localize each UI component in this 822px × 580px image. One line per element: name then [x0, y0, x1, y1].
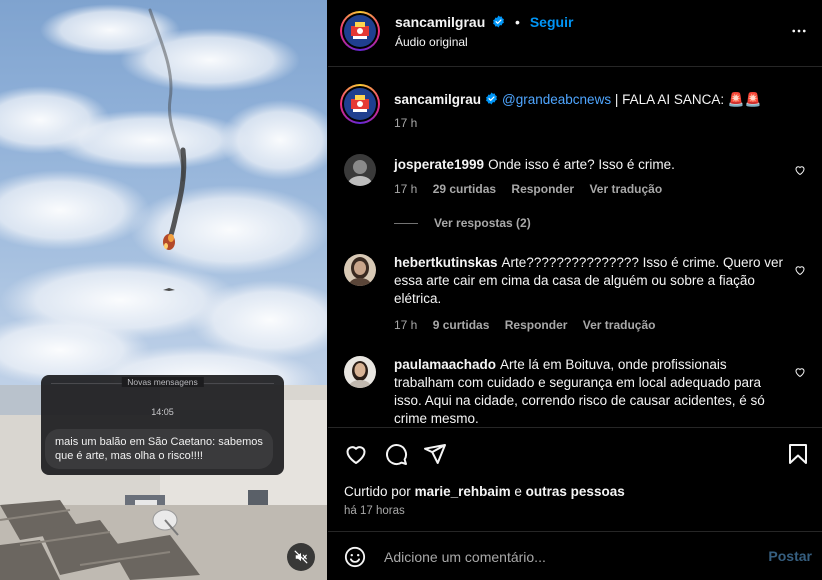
comments-list: sancamilgrau @grandeabcnews | FALA AI SA…: [328, 68, 822, 426]
comment-meta: 17 h 9 curtidas Responder Ver tradução: [394, 318, 667, 332]
like-heart-icon[interactable]: [344, 442, 368, 466]
instagram-post-modal: Novas mensagens 14:05 mais um balão em S…: [0, 0, 822, 580]
post-header: sancamilgrau • Seguir Áudio original: [328, 0, 822, 67]
mute-button[interactable]: [287, 543, 315, 571]
commenter-avatar[interactable]: [344, 356, 376, 388]
view-replies-label: Ver respostas (2): [434, 216, 531, 230]
comment-meta: 17 h 29 curtidas Responder Ver tradução: [394, 182, 674, 196]
comment-bubble-icon[interactable]: [384, 442, 408, 466]
caption-text: sancamilgrau @grandeabcnews | FALA AI SA…: [394, 91, 790, 109]
add-comment-bar: Postar: [328, 531, 822, 580]
caption-time[interactable]: 17 h: [394, 116, 417, 130]
video-frame: [0, 4, 327, 580]
caption-row: sancamilgrau @grandeabcnews | FALA AI SA…: [340, 84, 806, 146]
caption-mention-link[interactable]: @grandeabcnews: [502, 92, 611, 107]
more-options-icon[interactable]: [790, 22, 808, 40]
translate-button[interactable]: Ver tradução: [589, 182, 662, 196]
emoji-smiley-icon[interactable]: [344, 546, 366, 568]
verified-badge-icon: [486, 92, 497, 105]
post-comment-button[interactable]: Postar: [768, 548, 812, 564]
liked-by-text: Curtido por marie_rehbaim e outras pesso…: [344, 484, 625, 499]
speaker-muted-icon: [294, 550, 308, 564]
profile-avatar[interactable]: [340, 11, 380, 51]
reply-button[interactable]: Responder: [505, 318, 568, 332]
comment-row: josperate1999 Onde isso é arte? Isso é cr…: [344, 154, 806, 234]
view-replies-button[interactable]: Ver respostas (2): [394, 216, 531, 230]
translate-button[interactable]: Ver tradução: [583, 318, 656, 332]
comment-text: hebertkutinskas Arte??????????????? Isso …: [394, 254, 790, 308]
liked-by-prefix: Curtido por: [344, 484, 411, 499]
liked-by-and: e: [514, 484, 522, 499]
comment-time[interactable]: 17 h: [394, 182, 417, 196]
liked-by-others[interactable]: outras pessoas: [526, 484, 625, 499]
verified-badge-icon: [493, 15, 505, 28]
separator-dot: •: [515, 14, 520, 30]
comment-body: Onde isso é arte? Isso é crime.: [488, 157, 675, 172]
comment-row: paulamaachado Arte lá em Boituva, onde pr…: [344, 356, 806, 426]
reply-button[interactable]: Responder: [511, 182, 574, 196]
comment-username[interactable]: paulamaachado: [394, 357, 496, 372]
brand-logo-icon: [344, 88, 376, 120]
save-bookmark-icon[interactable]: [786, 442, 810, 466]
comment-text: josperate1999 Onde isso é arte? Isso é cr…: [394, 156, 790, 174]
post-actions: Curtido por marie_rehbaim e outras pesso…: [328, 427, 822, 530]
caption-meta: 17 h: [394, 116, 429, 130]
brand-logo-icon: [344, 15, 376, 47]
comment-likes[interactable]: 9 curtidas: [433, 318, 490, 332]
share-send-icon[interactable]: [423, 442, 447, 466]
comment-text: paulamaachado Arte lá em Boituva, onde pr…: [394, 356, 790, 426]
comment-row: hebertkutinskas Arte??????????????? Isso …: [344, 254, 806, 334]
like-comment-heart-icon[interactable]: [794, 164, 806, 176]
chat-message-overlay: Novas mensagens 14:05 mais um balão em S…: [41, 375, 284, 475]
chat-time: 14:05: [151, 407, 174, 417]
new-messages-label: Novas mensagens: [121, 377, 204, 387]
like-comment-heart-icon[interactable]: [794, 264, 806, 276]
post-time-ago[interactable]: há 17 horas: [344, 505, 405, 517]
comment-username[interactable]: josperate1999: [394, 157, 484, 172]
clouds: [0, 4, 327, 415]
caption-username[interactable]: sancamilgrau: [394, 92, 481, 107]
follow-button[interactable]: Seguir: [530, 14, 574, 30]
commenter-avatar[interactable]: [344, 254, 376, 286]
commenter-avatar[interactable]: [344, 154, 376, 186]
post-media-video[interactable]: Novas mensagens 14:05 mais um balão em S…: [0, 0, 327, 580]
original-audio-link[interactable]: Áudio original: [395, 35, 468, 49]
header-username[interactable]: sancamilgrau: [395, 14, 485, 30]
caption-body: | FALA AI SANCA: 🚨🚨: [611, 92, 762, 107]
comment-username[interactable]: hebertkutinskas: [394, 255, 498, 270]
caption-avatar[interactable]: [340, 84, 380, 124]
add-comment-input[interactable]: [384, 544, 744, 570]
replies-line: [394, 222, 418, 224]
post-details-panel: sancamilgrau • Seguir Áudio original san…: [328, 0, 822, 580]
comment-time[interactable]: 17 h: [394, 318, 417, 332]
chat-bubble: mais um balão em São Caetano: sabemos qu…: [45, 429, 273, 469]
balloon: [163, 234, 175, 250]
liked-by-user[interactable]: marie_rehbaim: [415, 484, 511, 499]
like-comment-heart-icon[interactable]: [794, 366, 806, 378]
comment-likes[interactable]: 29 curtidas: [433, 182, 496, 196]
header-title-row: sancamilgrau • Seguir: [395, 14, 573, 30]
